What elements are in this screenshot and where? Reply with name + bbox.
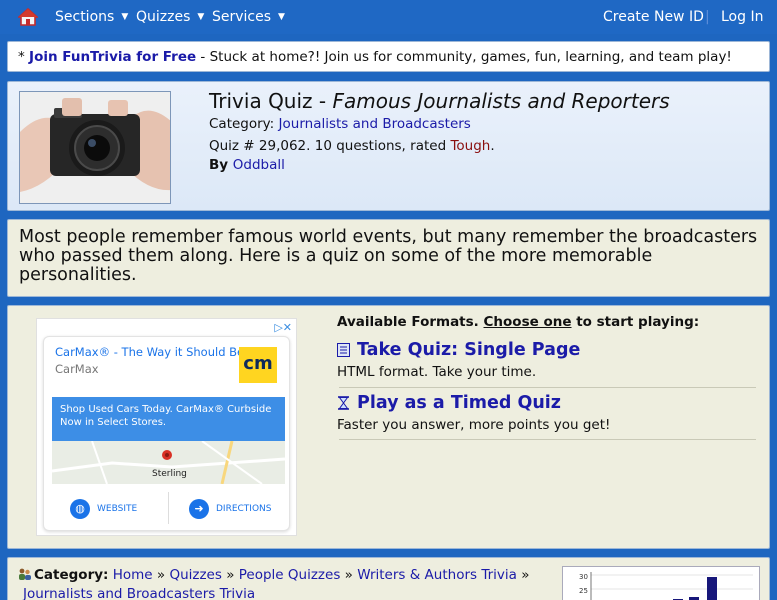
choose-one-link: Choose one xyxy=(483,314,572,330)
chart-tick-30: 30 xyxy=(579,573,588,581)
category-breadcrumb-panel: Category: Home » Quizzes » People Quizze… xyxy=(7,557,770,600)
chevron-down-icon: ▼ xyxy=(197,12,205,22)
login-link[interactable]: Log In xyxy=(721,9,763,25)
quiz-stats-chart: 30 25 xyxy=(562,566,760,600)
ad-map-label: Sterling xyxy=(152,469,187,479)
breadcrumb-sep: » xyxy=(226,567,235,583)
globe-icon: ◍ xyxy=(70,499,90,519)
ad-title[interactable]: CarMax® - The Way it Should Be xyxy=(55,345,244,359)
ad-brand: CarMax xyxy=(55,362,99,376)
join-text: - Stuck at home?! Join us for community,… xyxy=(196,49,732,65)
quiz-author-line: By Oddball xyxy=(209,157,285,173)
directions-icon: ➜ xyxy=(189,499,209,519)
ad-banner[interactable]: Shop Used Cars Today. CarMax® Curbside N… xyxy=(52,397,285,441)
nav-separator: | xyxy=(705,9,710,25)
quiz-rating-end: . xyxy=(490,138,495,154)
people-icon xyxy=(19,568,31,580)
ad-website-button[interactable]: ◍ WEBSITE xyxy=(70,499,137,519)
home-icon[interactable] xyxy=(18,8,38,26)
ad-directions-label: DIRECTIONS xyxy=(216,504,272,514)
page-icon xyxy=(337,343,350,357)
chevron-down-icon: ▼ xyxy=(278,12,285,22)
quiz-description: Most people remember famous world events… xyxy=(7,219,770,297)
formats-panel: ▷✕ CarMax® - The Way it Should Be CarMax… xyxy=(7,305,770,549)
top-navbar: Sections ▼ Quizzes ▼ Services ▼ Create N… xyxy=(0,0,777,34)
hourglass-icon xyxy=(338,396,349,410)
ad-logo: cm xyxy=(239,347,277,383)
quiz-title: Trivia Quiz - Famous Journalists and Rep… xyxy=(209,89,670,113)
breadcrumb: Category: Home » Quizzes » People Quizze… xyxy=(18,566,529,600)
nav-quizzes-menu[interactable]: Quizzes ▼ xyxy=(136,9,204,25)
breadcrumb-sep: » xyxy=(156,567,166,583)
nav-quizzes-label: Quizzes xyxy=(136,9,191,25)
category-label: Category: xyxy=(209,116,279,132)
category-label: Category: xyxy=(34,567,109,583)
format-divider xyxy=(339,387,756,388)
nav-services-label: Services xyxy=(212,9,272,25)
formats-heading-pre: Available Formats. xyxy=(337,314,484,330)
quiz-rating: Tough xyxy=(450,138,491,154)
quiz-title-prefix: Trivia Quiz - xyxy=(209,89,333,113)
ad-card[interactable]: CarMax® - The Way it Should Be CarMax cm… xyxy=(43,336,290,531)
ad-directions-button[interactable]: ➜ DIRECTIONS xyxy=(189,499,272,519)
chart-tick-25: 25 xyxy=(579,587,588,595)
quiz-category-line: Category: Journalists and Broadcasters xyxy=(209,116,471,132)
nav-sections-menu[interactable]: Sections ▼ xyxy=(55,9,128,25)
author-link[interactable]: Oddball xyxy=(233,157,285,173)
quiz-camera-photo xyxy=(19,91,171,204)
nav-sections-label: Sections xyxy=(55,9,115,25)
create-new-id-link[interactable]: Create New ID xyxy=(603,9,704,25)
quiz-number-text: Quiz # 29,062. 10 questions, rated xyxy=(209,138,451,154)
breadcrumb-home[interactable]: Home xyxy=(113,567,153,583)
formats-heading-post: to start playing: xyxy=(571,314,700,330)
breadcrumb-quizzes[interactable]: Quizzes xyxy=(169,567,221,583)
breadcrumb-journalists[interactable]: Journalists and Broadcasters Trivia xyxy=(23,586,255,600)
formats-heading: Available Formats. Choose one to start p… xyxy=(337,314,699,330)
breadcrumb-sep: » xyxy=(344,567,353,583)
single-page-desc: HTML format. Take your time. xyxy=(337,364,537,380)
join-banner: * Join FunTrivia for Free - Stuck at hom… xyxy=(7,41,770,72)
advertisement[interactable]: ▷✕ CarMax® - The Way it Should Be CarMax… xyxy=(36,318,297,536)
timed-quiz-desc: Faster you answer, more points you get! xyxy=(337,417,611,433)
quiz-header-panel: Trivia Quiz - Famous Journalists and Rep… xyxy=(7,81,770,211)
play-timed-quiz-link[interactable]: Play as a Timed Quiz xyxy=(337,393,561,413)
timed-quiz-label: Play as a Timed Quiz xyxy=(357,393,561,413)
take-quiz-single-page-link[interactable]: Take Quiz: Single Page xyxy=(337,340,580,360)
format-divider xyxy=(339,439,756,440)
quiz-title-name: Famous Journalists and Reporters xyxy=(332,89,670,113)
chevron-down-icon: ▼ xyxy=(121,12,129,22)
breadcrumb-writers-authors[interactable]: Writers & Authors Trivia xyxy=(357,567,517,583)
breadcrumb-sep: » xyxy=(521,567,530,583)
ad-map[interactable]: Sterling xyxy=(52,441,285,484)
nav-services-menu[interactable]: Services ▼ xyxy=(212,9,285,25)
join-link[interactable]: Join FunTrivia for Free xyxy=(29,49,196,65)
quiz-info-line: Quiz # 29,062. 10 questions, rated Tough… xyxy=(209,138,495,154)
ad-website-label: WEBSITE xyxy=(97,504,138,514)
ad-divider xyxy=(168,492,169,524)
adchoices-icon[interactable]: ▷✕ xyxy=(274,321,292,334)
single-page-label: Take Quiz: Single Page xyxy=(357,340,581,360)
by-label: By xyxy=(209,157,233,173)
breadcrumb-people-quizzes[interactable]: People Quizzes xyxy=(239,567,341,583)
join-bullet: * xyxy=(18,49,30,65)
quiz-category-link[interactable]: Journalists and Broadcasters xyxy=(279,116,471,132)
